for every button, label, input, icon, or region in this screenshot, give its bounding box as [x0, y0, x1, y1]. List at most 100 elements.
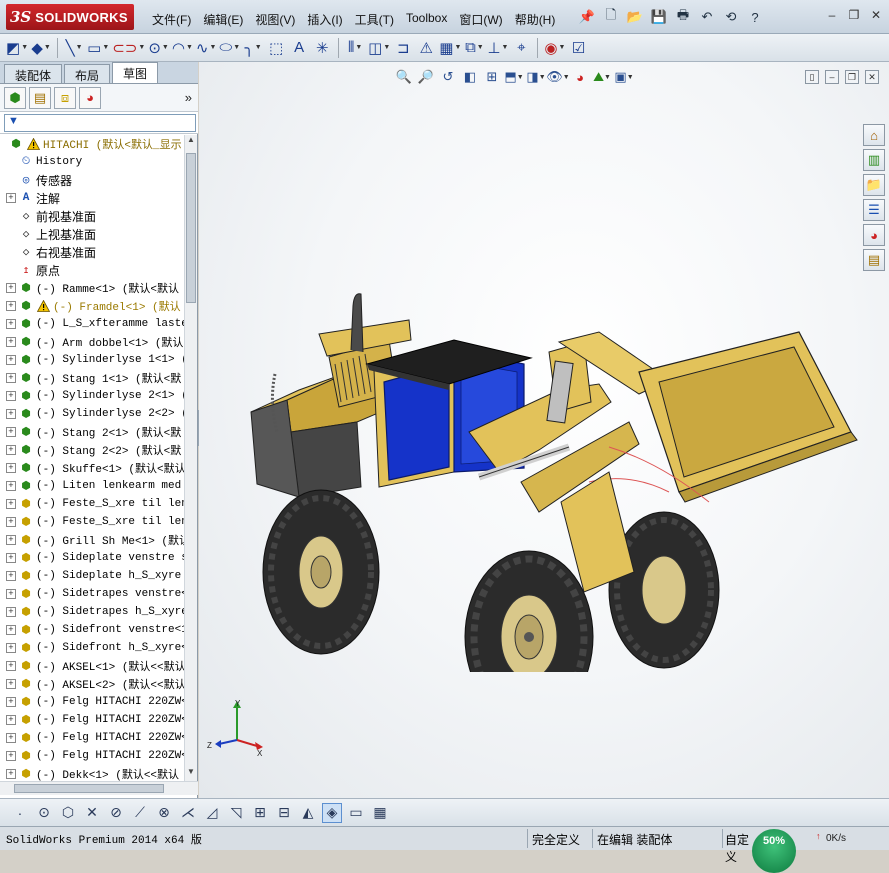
expand-icon[interactable]: + [6, 301, 16, 311]
tree-item[interactable]: + ⬢ (-) AKSEL<1> (默认<<默认 [0, 657, 184, 675]
tree-item[interactable]: + ⬢ (-) Felg HITACHI 220ZW< [0, 747, 184, 765]
slot-icon[interactable]: ⊂⊃ ▼ [112, 37, 145, 59]
tree-horizontal-scrollbar[interactable] [0, 781, 198, 795]
appearances-icon[interactable]: ◕ [863, 224, 885, 246]
tree-item[interactable]: + ⬢ (-) Ramme<1> (默认<默认 [0, 279, 184, 297]
tree-item[interactable]: + ⬢ (-) Sylinderlyse 2<1> ( [0, 387, 184, 405]
expand-icon[interactable]: + [6, 661, 16, 671]
expand-icon[interactable]: + [6, 643, 16, 653]
expand-icon[interactable]: + [6, 409, 16, 419]
split-icon[interactable]: ⟋ [130, 803, 150, 823]
expand-icon[interactable]: + [6, 283, 16, 293]
close-button[interactable]: ✕ [869, 8, 883, 22]
tree-item[interactable]: + ⬢ (-) Sideplate h_S_xyre [0, 567, 184, 585]
expand-icon[interactable]: + [6, 193, 16, 203]
construction-icon[interactable]: ⊗ [154, 803, 174, 823]
tree-item[interactable]: ◇ 右视基准面 [0, 243, 184, 261]
graphics-viewport[interactable]: 🔍 🔎 ↺ ◧ ⊞ ⬒ ▼ ◨ ▼ 👁 ▼ ◕ ⛰ ▼ ▣ ▼ ▯ – ❐ ✕ ⌂ ▥ 📁… [199, 62, 889, 798]
mirror-icon[interactable]: ⫴ ▼ [345, 37, 365, 59]
expand-icon[interactable]: + [6, 769, 16, 779]
expand-icon[interactable]: + [6, 679, 16, 689]
viewport-close-icon[interactable]: ✕ [865, 70, 879, 84]
sketch-entity-icon[interactable]: ◆ ▼ [31, 37, 51, 59]
move-icon[interactable]: ⧉ ▼ [464, 37, 484, 59]
tree-item[interactable]: + ⬢ (-) Sideplate venstre s [0, 549, 184, 567]
zoom-area-icon[interactable]: 🔎 [417, 68, 435, 86]
view-settings-icon[interactable]: ▣ ▼ [614, 68, 633, 86]
tree-item[interactable]: + ⬢ (-) Dekk<1> (默认<<默认 [0, 765, 184, 781]
expand-icon[interactable]: + [6, 445, 16, 455]
tree-item[interactable]: + ⬢ (-) Felg HITACHI 220ZW< [0, 711, 184, 729]
configurationmanager-icon[interactable]: ⧈ [54, 86, 76, 109]
expand-icon[interactable]: + [6, 319, 16, 329]
propertymanager-icon[interactable]: ▤ [29, 86, 51, 109]
grid-icon[interactable]: ⊞ [250, 803, 270, 823]
edit-appearance-icon[interactable]: ◕ [571, 68, 589, 86]
expand-icon[interactable]: + [6, 589, 16, 599]
network-speed-widget[interactable]: 50% ↑ 0K/s [750, 827, 889, 873]
tree-item[interactable]: ◇ 前视基准面 [0, 207, 184, 225]
tree-item[interactable]: ⏲ History [0, 153, 184, 171]
apply-scene-icon[interactable]: ⛰ ▼ [593, 68, 611, 86]
undo-icon[interactable]: ↶ [696, 6, 718, 28]
menu-toolbox[interactable]: Toolbox [400, 9, 453, 30]
tree-item[interactable]: + ⬢ (-) Feste_S_xre til len [0, 495, 184, 513]
status-custom[interactable]: 自定义 [722, 829, 752, 864]
expand-icon[interactable]: + [6, 481, 16, 491]
solidworks-resources-icon[interactable]: ⌂ [863, 124, 885, 146]
minimize-button[interactable]: – [825, 8, 839, 22]
point-icon[interactable]: · [10, 803, 30, 823]
expand-icon[interactable]: + [6, 535, 16, 545]
viewport-restore-icon[interactable]: ❐ [845, 70, 859, 84]
tree-item[interactable]: + ⬢ (-) Grill Sh Me<1> (默认 [0, 531, 184, 549]
design-library-icon[interactable]: ▥ [863, 149, 885, 171]
tree-item[interactable]: + ⬢ (-) Skuffe<1> (默认<默认 [0, 459, 184, 477]
file-explorer-icon[interactable]: 📁 [863, 174, 885, 196]
scroll-up-icon[interactable]: ▲ [185, 135, 197, 149]
solidworks-logo[interactable]: 3S SOLIDWORKS [6, 4, 134, 30]
tree-item[interactable]: + ⬢ (-) Sidetrapes h_S_xyre [0, 603, 184, 621]
menu-view[interactable]: 视图(V) [249, 9, 301, 30]
scroll-thumb[interactable] [14, 784, 164, 793]
tree-item[interactable]: + ⬢ (-) Liten lenkearm med [0, 477, 184, 495]
previous-view-icon[interactable]: ↺ [439, 68, 457, 86]
expand-icon[interactable]: + [6, 427, 16, 437]
tree-item[interactable]: + ⬢ (-) Stang 2<1> (默认<默 [0, 423, 184, 441]
viewport-split-icon[interactable]: ▯ [805, 70, 819, 84]
tree-item[interactable]: + ⬢ (-) Feste_S_xre til len [0, 513, 184, 531]
quick-snaps-icon[interactable]: ◉ ▼ [544, 37, 565, 59]
tab-assembly[interactable]: 装配体 [4, 64, 63, 83]
single-view-icon[interactable]: ▭ [346, 803, 366, 823]
spline-icon[interactable]: ∿ ▼ [196, 37, 217, 59]
circle-icon[interactable]: ⊙ ▼ [148, 37, 169, 59]
offset-icon[interactable]: ◫ ▼ [368, 37, 390, 59]
display-style-icon[interactable]: ◨ ▼ [526, 68, 545, 86]
custom-properties-icon[interactable]: ▤ [863, 249, 885, 271]
expand-icon[interactable]: + [6, 715, 16, 725]
dynamic-annotation-icon[interactable]: ⊞ [483, 68, 501, 86]
scroll-thumb[interactable] [186, 153, 196, 303]
view-orientation-icon[interactable]: ⬒ ▼ [504, 68, 523, 86]
zoom-to-fit-icon[interactable]: 🔍 [395, 68, 413, 86]
help-icon[interactable]: ? [744, 6, 766, 28]
filter-input[interactable] [4, 114, 196, 132]
tree-item[interactable]: + ⬢ (-) Felg HITACHI 220ZW< [0, 729, 184, 747]
tree-item[interactable]: + ⬢ (-) L_S_xfteramme laste [0, 315, 184, 333]
hide-show-icon[interactable]: 👁 ▼ [546, 68, 569, 86]
move-icon[interactable]: ◿ [202, 803, 222, 823]
expand-icon[interactable]: + [6, 463, 16, 473]
tree-item[interactable]: + ⬢ (-) Sylinderlyse 2<2> ( [0, 405, 184, 423]
tree-item[interactable]: + ⬢ (-) Sidefront venstre<1 [0, 621, 184, 639]
expand-icon[interactable]: + [6, 697, 16, 707]
tab-layout[interactable]: 布局 [64, 64, 111, 83]
expand-icon[interactable]: + [6, 751, 16, 761]
shaded-view-icon[interactable]: ◭ [298, 803, 318, 823]
tree-item[interactable]: ◇ 上视基准面 [0, 225, 184, 243]
restore-button[interactable]: ❐ [847, 8, 861, 22]
tree-item[interactable]: + ⬢ (-) Stang 2<2> (默认<默 [0, 441, 184, 459]
tree-item[interactable]: + ⬢ (-) Stang 1<1> (默认<默 [0, 369, 184, 387]
new-document-icon[interactable]: 🗋 [600, 6, 622, 28]
menu-window[interactable]: 窗口(W) [453, 9, 508, 30]
open-icon[interactable]: 📂 [624, 6, 646, 28]
scroll-down-icon[interactable]: ▼ [185, 767, 197, 781]
